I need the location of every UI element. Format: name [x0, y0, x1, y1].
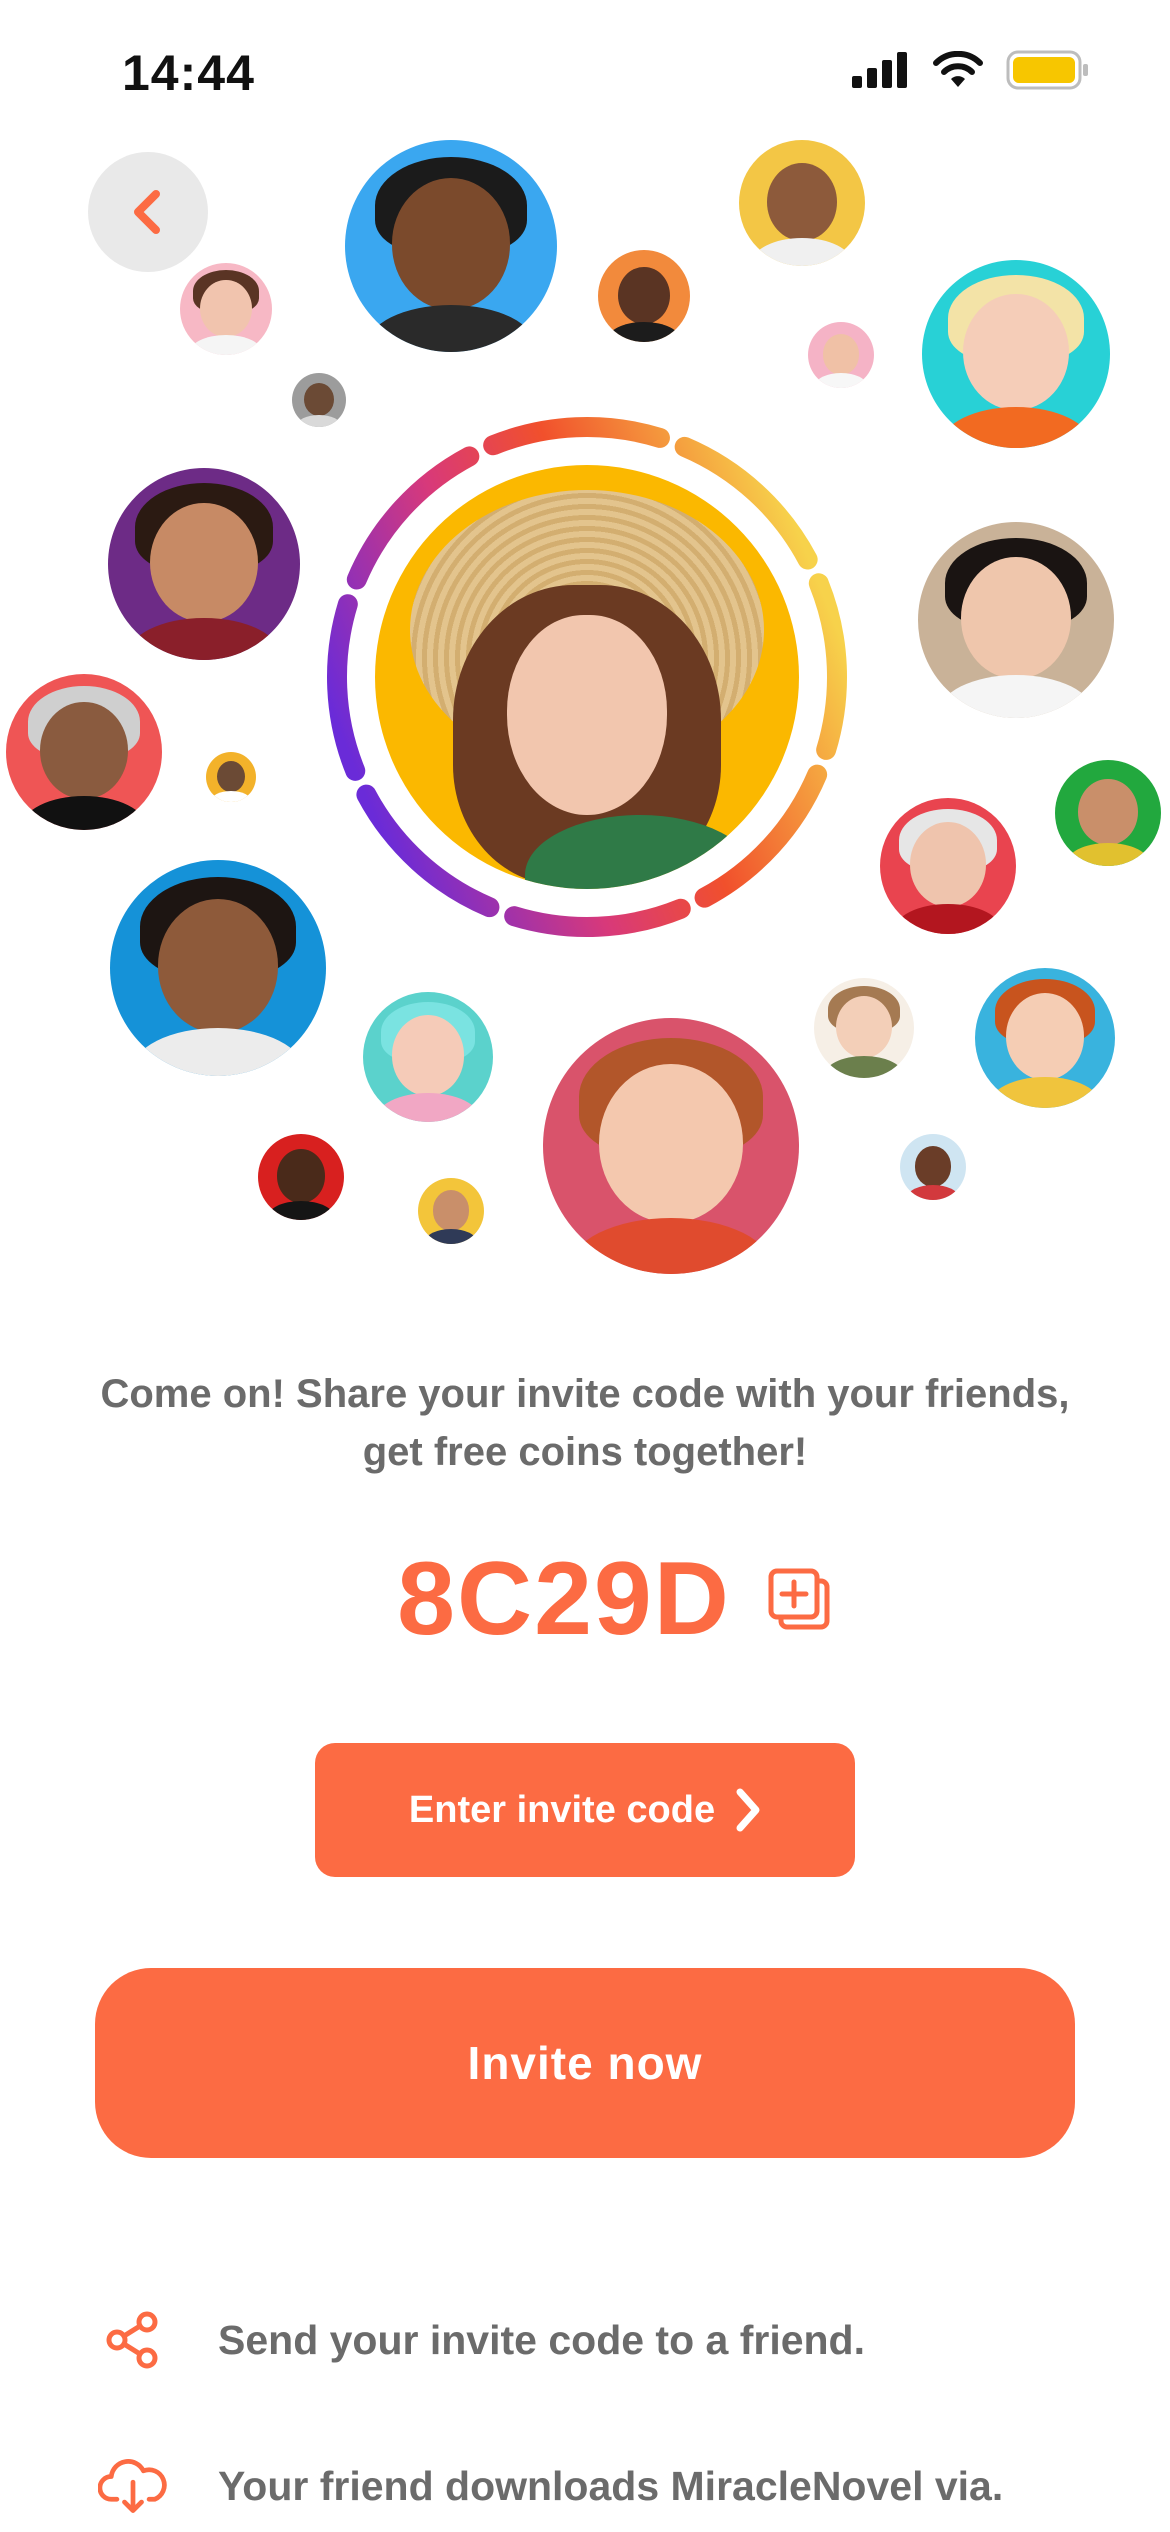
invite-now-button[interactable]: Invite now [95, 1968, 1075, 2158]
share-icon [106, 2311, 158, 2369]
avatar [598, 250, 690, 342]
step-item: Your friend downloads MiracleNovel via. [98, 2446, 1098, 2526]
avatar [975, 968, 1115, 1108]
invite-code: 8C29D [397, 1541, 731, 1657]
avatar [543, 1018, 799, 1274]
chevron-left-icon [134, 190, 160, 234]
avatar [900, 1134, 966, 1200]
avatar [258, 1134, 344, 1220]
avatar [808, 322, 874, 388]
avatar-cloud [0, 130, 1170, 1290]
avatar [880, 798, 1016, 934]
enter-invite-code-label: Enter invite code [408, 1788, 716, 1831]
avatar [206, 752, 256, 802]
enter-invite-code-button[interactable]: Enter invite code [315, 1743, 855, 1877]
avatar [418, 1178, 484, 1244]
back-button[interactable] [88, 152, 208, 272]
status-bar: 14:44 [0, 0, 1170, 150]
avatar [918, 522, 1114, 718]
avatar [814, 978, 914, 1078]
wifi-icon [933, 51, 983, 87]
status-time: 14:44 [122, 45, 255, 101]
copy-code-button[interactable] [767, 1567, 833, 1633]
avatar [345, 140, 557, 352]
avatar [1055, 760, 1161, 866]
featured-avatar [375, 465, 799, 889]
avatar [6, 674, 162, 830]
status-icons [852, 50, 1090, 90]
avatar [108, 468, 300, 660]
invite-code-row: 8C29D [0, 1540, 1170, 1659]
avatar [110, 860, 326, 1076]
step-item: Send your invite code to a friend. [98, 2300, 1098, 2380]
avatar [180, 263, 272, 355]
cellular-signal-icon [852, 52, 907, 88]
copy-icon [768, 1568, 830, 1629]
cloud-download-icon [98, 2459, 167, 2513]
avatar [922, 260, 1110, 448]
avatar [363, 992, 493, 1122]
chevron-right-icon [736, 1788, 760, 1832]
step-text: Send your invite code to a friend. [218, 2316, 865, 2363]
invite-now-label: Invite now [467, 2037, 703, 2089]
invite-message: Come on! Share your invite code with you… [100, 1372, 1070, 1474]
avatar [739, 140, 865, 266]
step-text: Your friend downloads MiracleNovel via. [218, 2462, 1004, 2509]
battery-icon [1006, 50, 1088, 90]
